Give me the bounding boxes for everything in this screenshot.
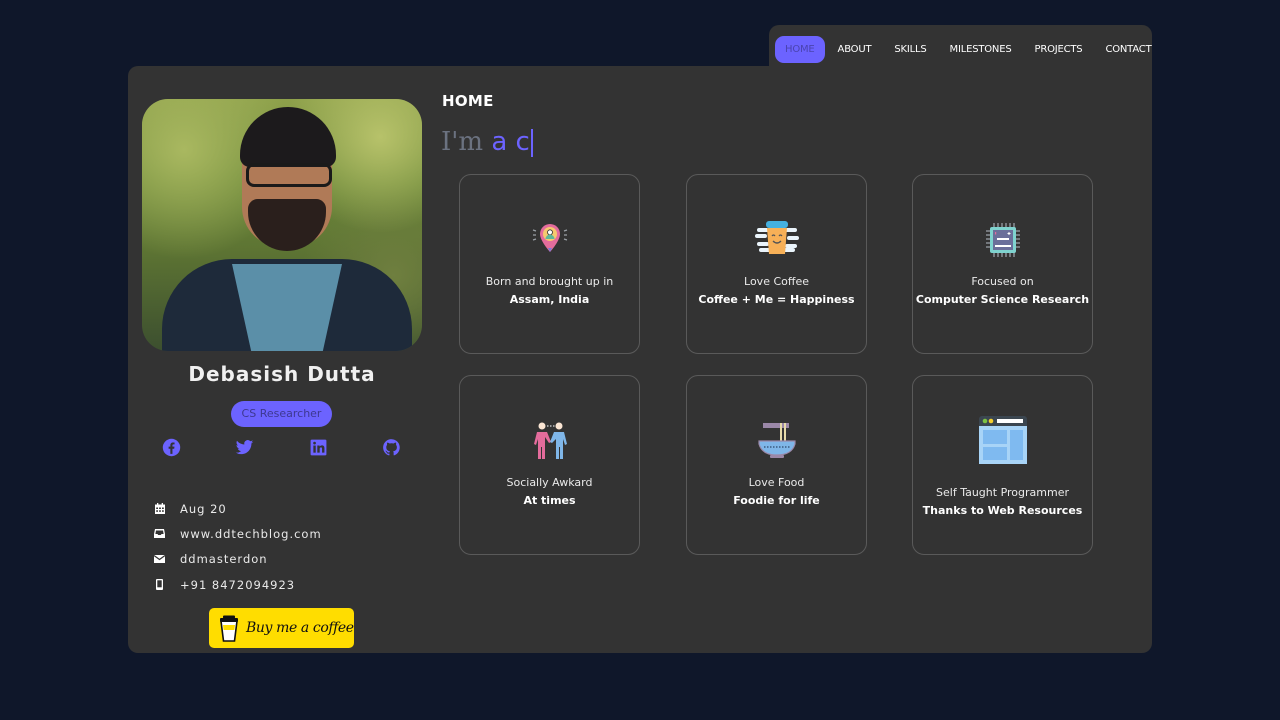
facebook-link[interactable] — [162, 438, 182, 462]
envelope-icon — [153, 553, 166, 566]
tile-line1: Love Coffee — [744, 275, 809, 288]
birthday-text: Aug 20 — [180, 501, 227, 516]
github-icon — [383, 439, 400, 456]
nav-about[interactable]: ABOUT — [828, 36, 882, 63]
email-text[interactable]: ddmasterdon — [180, 552, 268, 566]
info-email: ddmasterdon — [153, 547, 322, 572]
phone-text[interactable]: +91 8472094923 — [180, 578, 295, 592]
noodle-bowl-icon — [753, 417, 801, 465]
tile-location: Born and brought up in Assam, India — [459, 174, 640, 354]
twitter-icon — [235, 440, 254, 455]
buy-me-a-coffee-button[interactable]: Buy me a coffee — [209, 608, 354, 648]
tile-line2: Coffee + Me = Happiness — [698, 293, 855, 306]
typed-prefix: I'm — [441, 127, 484, 157]
linkedin-link[interactable] — [309, 438, 329, 462]
contact-info-list: Aug 20 www.ddtechblog.com ddmasterdon +9… — [153, 496, 322, 597]
twitter-link[interactable] — [235, 438, 255, 462]
section-title: HOME — [442, 92, 494, 110]
info-phone: +91 8472094923 — [153, 572, 322, 597]
tile-food: Love Food Foodie for life — [686, 375, 867, 555]
tile-programmer: Self Taught Programmer Thanks to Web Res… — [912, 375, 1093, 555]
social-links — [142, 438, 422, 462]
coffee-button-label: Buy me a coffee — [246, 620, 354, 636]
tile-line2: Thanks to Web Resources — [922, 504, 1083, 517]
website-link[interactable]: www.ddtechblog.com — [180, 527, 322, 541]
profile-photo — [142, 99, 422, 351]
mobile-phone-icon — [153, 578, 166, 591]
info-birthday: Aug 20 — [153, 496, 322, 521]
linkedin-icon — [310, 439, 327, 456]
handshake-icon — [526, 417, 574, 465]
inbox-icon — [153, 527, 166, 540]
tile-line1: Socially Awkard — [506, 476, 593, 489]
nav-milestones[interactable]: MILESTONES — [940, 36, 1022, 63]
tile-line2: Computer Science Research — [915, 293, 1090, 306]
tile-coffee: Love Coffee Coffee + Me = Happiness — [686, 174, 867, 354]
coffee-cup-icon — [753, 216, 801, 264]
typing-cursor — [530, 129, 533, 157]
browser-window-icon — [977, 414, 1029, 466]
tile-line2: Foodie for life — [733, 494, 820, 507]
tile-social: Socially Awkard At times — [459, 375, 640, 555]
calendar-icon — [153, 502, 166, 515]
typed-accent: a c — [483, 127, 530, 157]
tile-line1: Love Food — [748, 476, 805, 489]
tile-line1: Born and brought up in — [485, 275, 614, 288]
coffee-cup-icon — [220, 615, 238, 642]
nav-projects[interactable]: PROJECTS — [1024, 36, 1092, 63]
facebook-icon — [162, 438, 181, 457]
nav-skills[interactable]: SKILLS — [884, 36, 936, 63]
tile-line1: Self Taught Programmer — [936, 486, 1069, 499]
info-website: www.ddtechblog.com — [153, 521, 322, 546]
profile-name: Debasish Dutta — [188, 362, 376, 386]
tile-line2: Assam, India — [509, 293, 590, 306]
tile-line1: Focused on — [971, 275, 1034, 288]
cpu-chip-icon — [979, 216, 1027, 264]
location-pin-icon — [526, 216, 574, 264]
tile-line2: At times — [523, 494, 576, 507]
role-badge: CS Researcher — [231, 401, 332, 427]
github-link[interactable] — [382, 438, 402, 462]
tile-research: Focused on Computer Science Research — [912, 174, 1093, 354]
typed-headline: I'm a c — [441, 127, 533, 157]
nav-home[interactable]: HOME — [775, 35, 825, 63]
nav-contact[interactable]: CONTACT — [1095, 36, 1161, 63]
main-card: Debasish Dutta CS Researcher Aug 20 www.… — [128, 66, 1152, 653]
